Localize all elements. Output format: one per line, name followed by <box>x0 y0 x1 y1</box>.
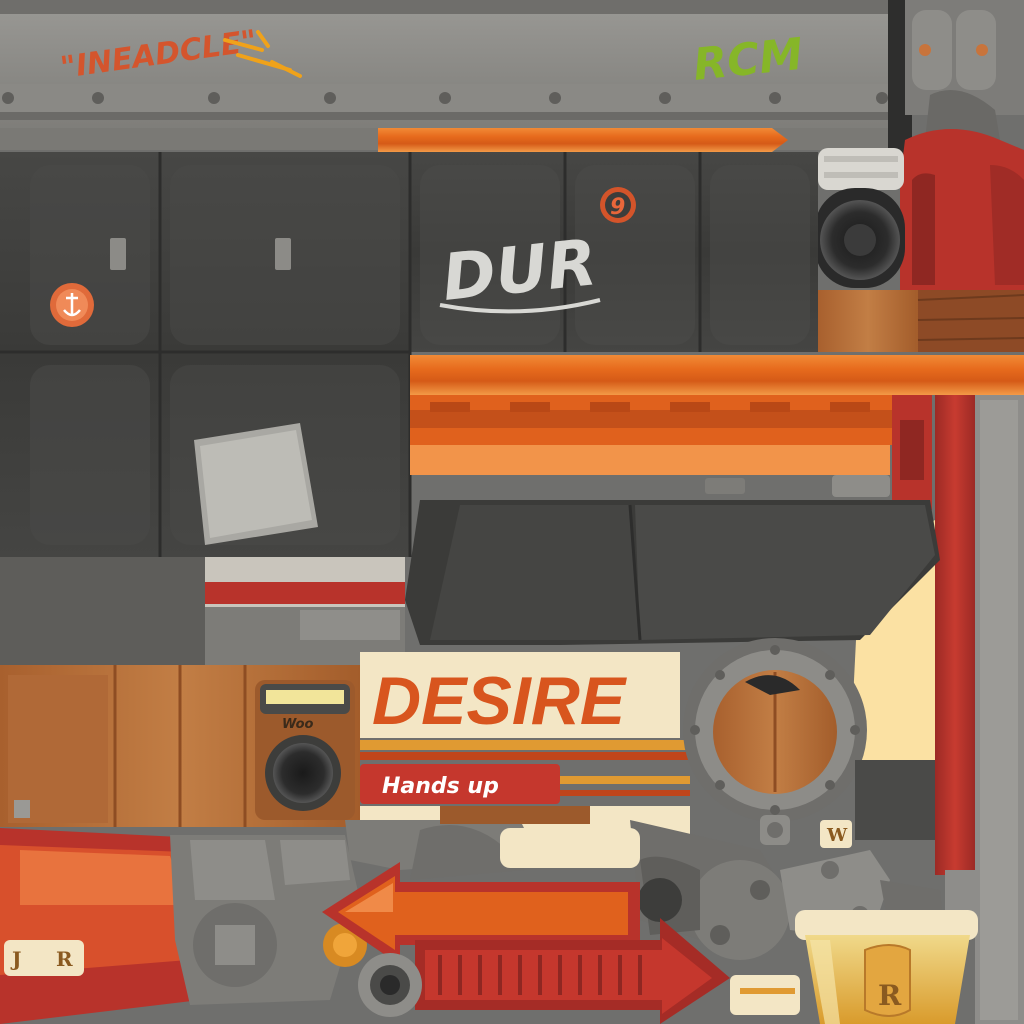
metal-clip <box>832 475 890 497</box>
orange-trim-bar <box>378 128 788 152</box>
porthole <box>683 638 867 845</box>
letter-w-badge: W <box>820 820 852 848</box>
plate-j-text: J <box>10 947 21 971</box>
badge-w-text: W <box>826 825 848 846</box>
wood-strip <box>440 806 590 824</box>
speaker-box: Woo <box>255 680 355 820</box>
texture-canvas: "INEADCLE" RCM DUR 9 Woo DESIRE Hands up… <box>0 0 1024 1024</box>
bolt-ring <box>358 953 422 1017</box>
anchor-badge <box>50 283 94 327</box>
texture-atlas: "INEADCLE" RCM DUR 9 Woo DESIRE Hands up… <box>0 0 1024 1024</box>
beer-cup: R <box>795 910 978 1024</box>
cream-tab <box>730 975 800 1015</box>
speaker-brand-label: Woo <box>282 717 314 732</box>
dark-slot <box>855 760 935 840</box>
sign-subtitle-text: Hands up <box>382 774 499 799</box>
funnel-hood <box>405 500 940 645</box>
jr-plate: J R <box>4 940 84 976</box>
cream-pad <box>500 828 640 868</box>
cup-letter-text: R <box>878 979 902 1012</box>
wheel-assembly <box>815 148 905 288</box>
nine-sticker: 9 <box>600 187 636 223</box>
dark-panel-grid <box>0 152 818 557</box>
sign-title-text: DESIRE <box>372 663 628 739</box>
taped-note <box>194 423 318 545</box>
red-strip <box>205 582 405 604</box>
metal-panel-lower <box>0 557 205 665</box>
sticker-nine-text: 9 <box>610 195 625 220</box>
wood-block-small <box>818 290 918 352</box>
plate-r-text: R <box>56 947 73 971</box>
